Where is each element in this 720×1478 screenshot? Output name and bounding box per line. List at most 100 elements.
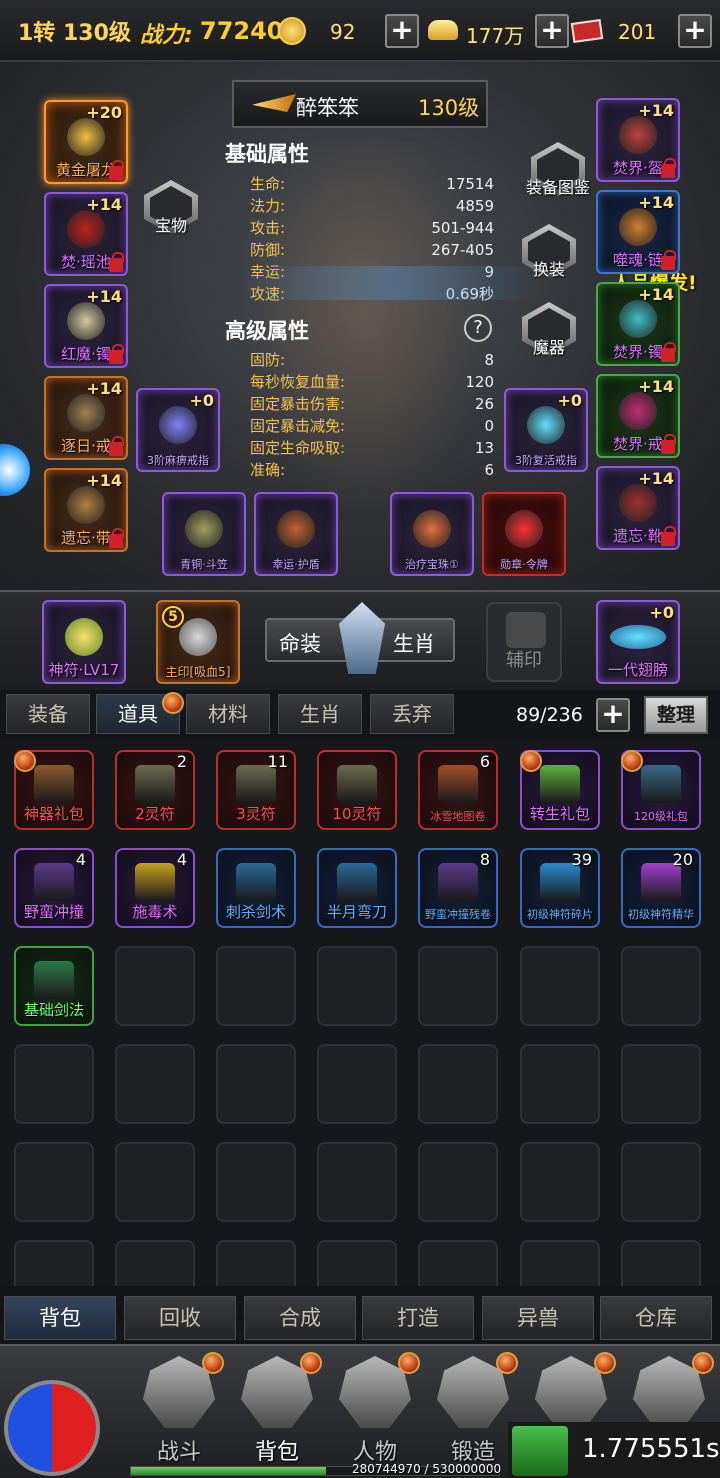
bag-tab[interactable]: 丢弃 <box>370 694 454 734</box>
sub-tab[interactable]: 打造 <box>362 1296 474 1340</box>
top-status-bar: 1转 130级 战力: 77240 92 + 177万 + 201 + <box>0 0 720 62</box>
equip-slot[interactable]: 幸运·护盾 <box>254 492 338 576</box>
bag-tab[interactable]: 材料 <box>186 694 270 734</box>
aux-seal-slot[interactable]: 辅印 <box>486 602 562 682</box>
bag-tab[interactable]: 装备 <box>6 694 90 734</box>
empty-slot[interactable] <box>621 1044 701 1124</box>
empty-slot[interactable] <box>14 1142 94 1222</box>
empty-slot[interactable] <box>115 1240 195 1286</box>
equip-slot[interactable]: +14 焚界·戒 <box>596 374 680 458</box>
empty-slot[interactable] <box>317 946 397 1026</box>
help-icon[interactable]: ? <box>464 314 492 342</box>
empty-slot[interactable] <box>317 1044 397 1124</box>
equip-slot[interactable]: +14 焚界·盔 <box>596 98 680 182</box>
inventory-item[interactable]: 神器礼包 <box>14 750 94 830</box>
equip-slot[interactable]: 勋章·令牌 <box>482 492 566 576</box>
nav-button[interactable]: 锻造 <box>426 1352 520 1468</box>
add-voucher-button[interactable]: + <box>678 14 712 48</box>
inventory-grid: 神器礼包 2 2灵符 11 3灵符 10灵符 6 冰雪地图卷 转生礼包 120级礼包 4 野蛮冲撞 4 施… <box>0 738 720 1286</box>
sub-tab[interactable]: 仓库 <box>600 1296 712 1340</box>
inventory-item[interactable]: 基础剑法 <box>14 946 94 1026</box>
inventory-item[interactable]: 转生礼包 <box>520 750 600 830</box>
inventory-item[interactable]: 6 冰雪地图卷 <box>418 750 498 830</box>
empty-slot[interactable] <box>520 1044 600 1124</box>
empty-slot[interactable] <box>621 1240 701 1286</box>
sub-tab[interactable]: 合成 <box>244 1296 356 1340</box>
taiji-orb-icon[interactable] <box>4 1380 100 1476</box>
empty-slot[interactable] <box>216 946 296 1026</box>
empty-slot[interactable] <box>216 1142 296 1222</box>
main-seal-slot[interactable]: 5 主印[吸血5] <box>156 600 240 684</box>
equip-slot[interactable]: +14 遗忘·靴 <box>596 466 680 550</box>
sort-button[interactable]: 整理 <box>644 696 708 734</box>
equip-slot[interactable]: +14 焚界·镯 <box>596 282 680 366</box>
empty-slot[interactable] <box>418 1240 498 1286</box>
swirl-icon[interactable] <box>0 444 30 496</box>
empty-slot[interactable] <box>520 1240 600 1286</box>
inventory-item[interactable]: 120级礼包 <box>621 750 701 830</box>
add-gold-button[interactable]: + <box>535 14 569 48</box>
empty-slot[interactable] <box>520 1142 600 1222</box>
empty-slot[interactable] <box>115 1142 195 1222</box>
zodiac-tab[interactable]: 生肖 <box>393 628 435 658</box>
empty-slot[interactable] <box>14 1240 94 1286</box>
add-coin-button[interactable]: + <box>385 14 419 48</box>
lock-icon <box>661 434 676 454</box>
nav-button[interactable]: 人物 <box>328 1352 422 1468</box>
inventory-item[interactable]: 39 初级神符碎片 <box>520 848 600 928</box>
equipment-codex-button[interactable]: 装备图鉴 <box>518 142 598 204</box>
sub-tab[interactable]: 背包 <box>4 1296 116 1340</box>
inventory-item[interactable]: 10灵符 <box>317 750 397 830</box>
magic-artifact-button[interactable]: 魔器 <box>518 302 580 364</box>
bag-tab[interactable]: 生肖 <box>278 694 362 734</box>
inventory-item[interactable]: 20 初级神符精华 <box>621 848 701 928</box>
equip-slot[interactable]: +14 逐日·戒 <box>44 376 128 460</box>
talisman-slot[interactable]: 神符·LV17 <box>42 600 126 684</box>
inventory-item[interactable]: 4 施毒术 <box>115 848 195 928</box>
empty-slot[interactable] <box>621 946 701 1026</box>
equip-slot[interactable]: +14 焚·瑶池 <box>44 192 128 276</box>
nav-button[interactable]: 背包 <box>230 1352 324 1468</box>
equip-slot[interactable]: +20 黄金屠龙 <box>44 100 128 184</box>
equip-slot[interactable]: +14 噬魂·链 <box>596 190 680 274</box>
empty-slot[interactable] <box>418 1044 498 1124</box>
inventory-item[interactable]: 刺杀剑术 <box>216 848 296 928</box>
item-icon <box>619 116 657 155</box>
wings-slot[interactable]: +0 一代翅膀 <box>596 600 680 684</box>
empty-slot[interactable] <box>520 946 600 1026</box>
equip-slot[interactable]: 治疗宝珠① <box>390 492 474 576</box>
nav-button[interactable]: 战斗 <box>132 1352 226 1468</box>
sub-tab[interactable]: 异兽 <box>482 1296 594 1340</box>
item-name: 冰雪地图卷 <box>430 810 486 823</box>
equip-slot[interactable]: +0 3阶麻痹戒指 <box>136 388 220 472</box>
equip-slot[interactable]: +14 红魔·镯 <box>44 284 128 368</box>
equip-slot[interactable]: +14 遗忘·带 <box>44 468 128 552</box>
empty-slot[interactable] <box>621 1142 701 1222</box>
treasure-button[interactable]: 宝物 <box>140 180 202 242</box>
lock-icon <box>109 528 124 548</box>
empty-slot[interactable] <box>418 946 498 1026</box>
switch-gear-button[interactable]: 换装 <box>518 224 580 286</box>
item-name: 10灵符 <box>332 805 382 823</box>
empty-slot[interactable] <box>418 1142 498 1222</box>
empty-slot[interactable] <box>216 1044 296 1124</box>
inventory-item[interactable]: 11 3灵符 <box>216 750 296 830</box>
equip-slot[interactable]: 青铜·斗笠 <box>162 492 246 576</box>
item-count: 2 <box>176 752 187 771</box>
item-icon <box>438 862 478 901</box>
expand-bag-button[interactable]: + <box>596 698 630 732</box>
sub-tab[interactable]: 回收 <box>124 1296 236 1340</box>
empty-slot[interactable] <box>317 1142 397 1222</box>
fate-equip-tab[interactable]: 命装 <box>279 628 321 658</box>
gold-count: 177万 <box>466 24 525 48</box>
empty-slot[interactable] <box>317 1240 397 1286</box>
empty-slot[interactable] <box>14 1044 94 1124</box>
empty-slot[interactable] <box>115 946 195 1026</box>
inventory-item[interactable]: 8 野蛮冲撞残卷 <box>418 848 498 928</box>
empty-slot[interactable] <box>216 1240 296 1286</box>
inventory-item[interactable]: 4 野蛮冲撞 <box>14 848 94 928</box>
inventory-item[interactable]: 半月弯刀 <box>317 848 397 928</box>
empty-slot[interactable] <box>115 1044 195 1124</box>
inventory-item[interactable]: 2 2灵符 <box>115 750 195 830</box>
equip-slot[interactable]: +0 3阶复活戒指 <box>504 388 588 472</box>
